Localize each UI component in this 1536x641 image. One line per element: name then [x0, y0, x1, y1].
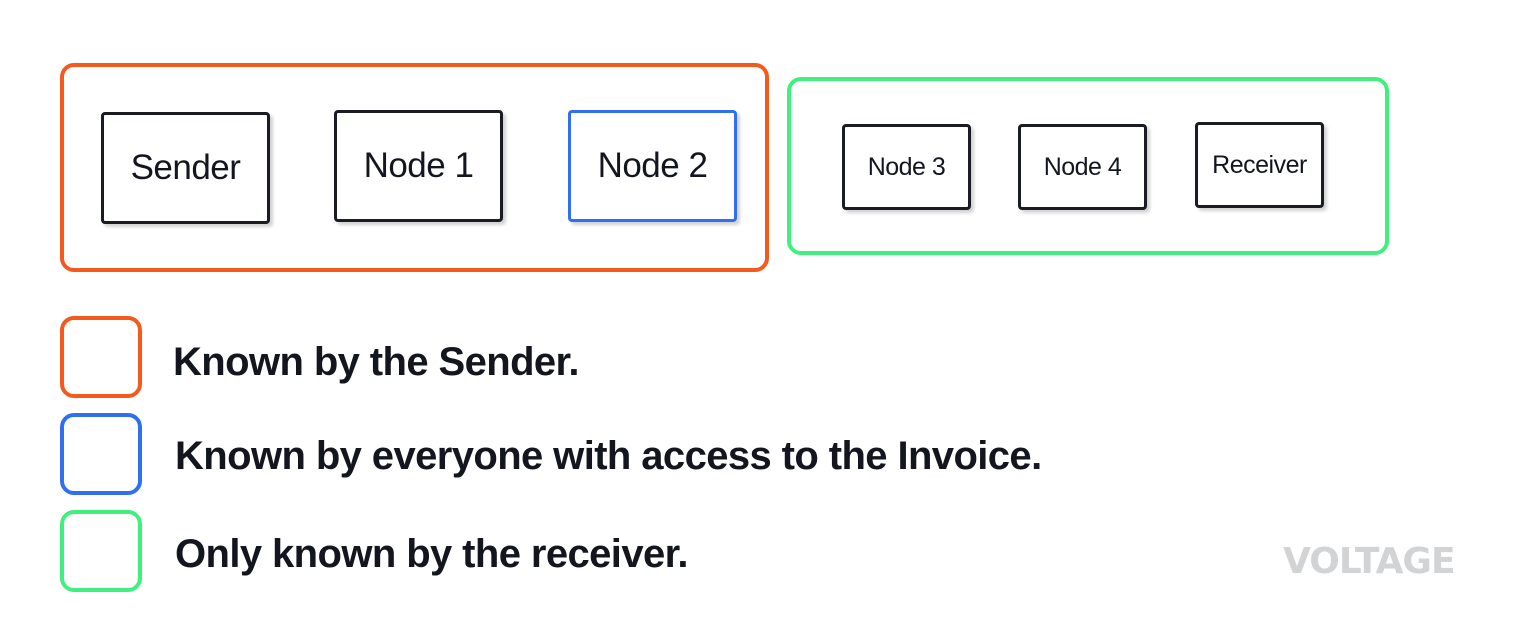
- legend-label-receiver: Only known by the receiver.: [175, 532, 688, 576]
- voltage-logo: VOLTAGE: [1283, 541, 1456, 582]
- node-label: Node 4: [1043, 152, 1122, 181]
- node-label: Sender: [130, 148, 241, 187]
- node-sender: Sender: [101, 112, 270, 224]
- node-1: Node 1: [334, 110, 503, 222]
- legend-swatch-green: [60, 510, 142, 592]
- legend-label-invoice: Known by everyone with access to the Inv…: [175, 434, 1042, 478]
- node-3: Node 3: [842, 124, 971, 210]
- node-label: Receiver: [1212, 150, 1307, 179]
- legend-label-sender: Known by the Sender.: [173, 340, 579, 384]
- node-4: Node 4: [1018, 124, 1147, 210]
- legend-swatch-blue: [60, 413, 142, 495]
- node-label: Node 2: [597, 146, 708, 185]
- node-label: Node 3: [867, 152, 946, 181]
- legend-swatch-orange: [60, 316, 142, 398]
- node-2: Node 2: [568, 110, 737, 222]
- node-receiver: Receiver: [1195, 122, 1324, 208]
- node-label: Node 1: [363, 146, 474, 185]
